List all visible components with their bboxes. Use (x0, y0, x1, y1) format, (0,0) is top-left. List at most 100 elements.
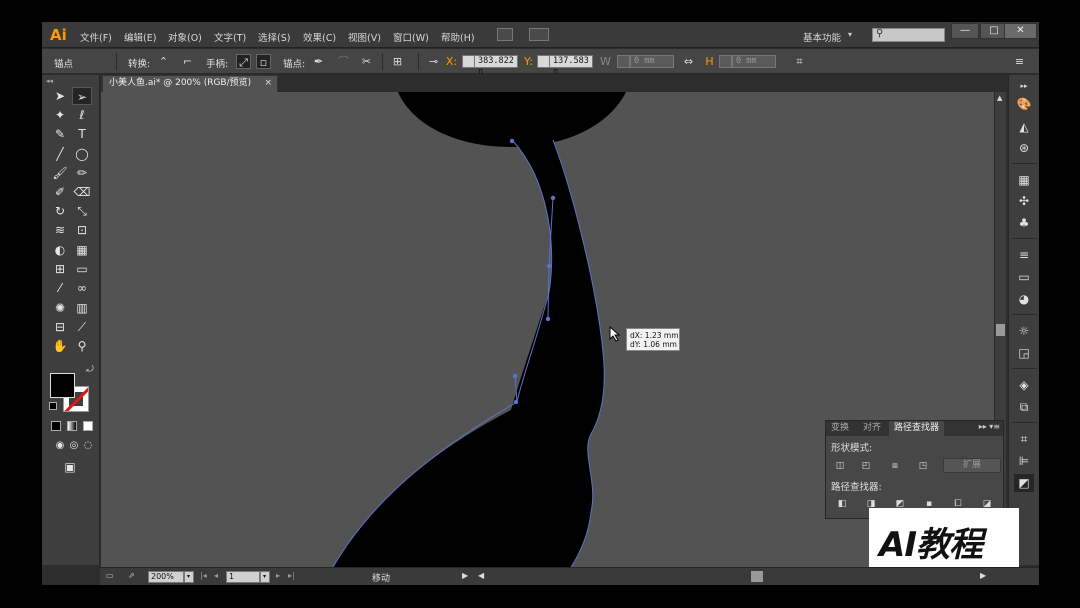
eraser-tool-icon[interactable]: ⌫ (72, 183, 92, 201)
panel-menu-icon[interactable]: ▸▸ ▾≡ (979, 422, 1000, 431)
share-icon[interactable]: ⇗ (128, 571, 135, 580)
chevron-down-icon[interactable]: ▾ (848, 30, 852, 39)
help-search-input[interactable]: ⚲ (872, 28, 945, 42)
convert-to-smooth-icon[interactable]: ⌐ (180, 54, 195, 69)
type-tool-icon[interactable]: T (72, 125, 92, 143)
menu-select[interactable]: 选择(S) (258, 30, 290, 44)
none-mode-icon[interactable] (83, 421, 93, 431)
free-transform-tool-icon[interactable]: ⊡ (72, 221, 92, 239)
menu-edit[interactable]: 编辑(E) (124, 30, 156, 44)
transform-panel-icon[interactable]: ⌗ (1014, 430, 1034, 448)
intersect-icon[interactable]: ⧈ (887, 459, 903, 473)
workspace-switcher[interactable]: 基本功能 (803, 30, 841, 44)
default-colors-icon[interactable] (49, 402, 57, 410)
reference-point-icon[interactable]: ⊞ (390, 54, 405, 69)
artboards-icon[interactable]: ⧉ (1014, 398, 1034, 416)
close-button[interactable]: ✕ (1004, 23, 1037, 39)
graphic-styles-icon[interactable]: ◲ (1014, 344, 1034, 362)
shape-builder-tool-icon[interactable]: ◐ (50, 241, 70, 259)
mesh-tool-icon[interactable]: ⊞ (50, 260, 70, 278)
kuler-icon[interactable]: ⊛ (1014, 139, 1034, 157)
scale-tool-icon[interactable]: ⤡ (72, 202, 92, 220)
blob-brush-tool-icon[interactable]: ✐ (50, 183, 70, 201)
color-guide-icon[interactable]: ◭ (1014, 118, 1034, 136)
layers-icon[interactable]: ◈ (1014, 376, 1034, 394)
color-panel-icon[interactable]: 🎨 (1014, 95, 1034, 113)
artboard-nav-icon[interactable]: ▭ (106, 571, 114, 580)
scroll-thumb[interactable] (996, 324, 1005, 336)
pencil-tool-icon[interactable]: ✏ (72, 164, 92, 182)
align-line-icon[interactable]: ⊸ (426, 54, 441, 69)
bridge-icon[interactable] (497, 28, 513, 41)
menu-file[interactable]: 文件(F) (80, 30, 112, 44)
screen-mode-icon[interactable]: ▣ (60, 458, 80, 476)
tab-transform[interactable]: 变换 (826, 421, 854, 436)
x-field[interactable]: 383.822 n (474, 55, 518, 77)
gradient-panel-icon[interactable]: ▭ (1014, 268, 1034, 286)
swap-colors-icon[interactable]: ⤾ (80, 364, 100, 376)
draw-inside-icon[interactable]: ◌ (78, 437, 98, 455)
stroke-panel-icon[interactable]: ≡ (1014, 246, 1034, 264)
show-handles-icon[interactable]: ⤢ (236, 54, 251, 69)
rotate-tool-icon[interactable]: ↻ (50, 202, 70, 220)
color-mode-icon[interactable] (51, 421, 61, 431)
paintbrush-tool-icon[interactable]: 🖌 (50, 164, 70, 182)
scroll-right-icon[interactable]: ▶ (980, 571, 986, 580)
unite-icon[interactable]: ◫ (832, 459, 848, 473)
gradient-tool-icon[interactable]: ▭ (72, 260, 92, 278)
gradient-mode-icon[interactable] (67, 421, 77, 431)
ellipse-tool-icon[interactable]: ◯ (72, 145, 92, 163)
lasso-tool-icon[interactable]: ℓ (72, 106, 92, 124)
column-graph-tool-icon[interactable]: ▥ (72, 299, 92, 317)
menu-effect[interactable]: 效果(C) (303, 30, 336, 44)
minus-front-icon[interactable]: ◰ (858, 459, 874, 473)
artboard-tool-icon[interactable]: ⊟ (50, 318, 70, 336)
expand-panels-icon[interactable]: ▸▸ (1014, 77, 1034, 95)
scroll-left-icon[interactable]: ◀ (478, 571, 484, 580)
tab-pathfinder[interactable]: 路径查找器 (889, 421, 945, 436)
zoom-tool-icon[interactable]: ⚲ (72, 337, 92, 355)
menu-help[interactable]: 帮助(H) (441, 30, 475, 44)
blend-tool-icon[interactable]: ∞ (72, 279, 92, 297)
arrange-documents-icon[interactable] (529, 28, 549, 41)
status-menu-icon[interactable]: ▶ (462, 571, 468, 580)
remove-anchor-icon[interactable]: ✒ (311, 54, 326, 69)
menu-object[interactable]: 对象(O) (168, 30, 202, 44)
transparency-icon[interactable]: ◕ (1014, 290, 1034, 308)
scroll-up-icon[interactable]: ▲ (997, 94, 1002, 102)
menu-window[interactable]: 窗口(W) (393, 30, 429, 44)
y-field[interactable]: 137.583 n (549, 55, 593, 77)
appearance-icon[interactable]: ☼ (1014, 322, 1034, 340)
minimize-button[interactable]: — (951, 23, 979, 39)
cut-path-icon[interactable]: ✂ (359, 54, 374, 69)
brushes-icon[interactable]: ✣ (1014, 192, 1034, 210)
artboard-number-field[interactable]: 1 (226, 571, 260, 583)
slice-tool-icon[interactable]: ⟋ (72, 318, 92, 336)
tab-align[interactable]: 对齐 (858, 421, 886, 436)
zoom-field[interactable]: 200% (148, 571, 184, 583)
artboard-dropdown-icon[interactable]: ▾ (260, 571, 270, 583)
zoom-dropdown-icon[interactable]: ▾ (184, 571, 194, 583)
transform-icon[interactable]: ⌗ (792, 54, 807, 69)
divide-icon[interactable]: ◧ (834, 497, 850, 511)
pathfinder-panel-icon[interactable]: ◩ (1014, 474, 1034, 492)
menu-type[interactable]: 文字(T) (214, 30, 246, 44)
menu-view[interactable]: 视图(V) (348, 30, 381, 44)
magic-wand-tool-icon[interactable]: ✦ (50, 106, 70, 124)
perspective-grid-tool-icon[interactable]: ▦ (72, 241, 92, 259)
convert-to-corner-icon[interactable]: ⌃ (156, 54, 171, 69)
panel-grip-icon[interactable]: ◂◂ (46, 77, 53, 85)
hide-handles-icon[interactable]: ▫ (256, 54, 271, 69)
document-tab[interactable]: 小美人鱼.ai* @ 200% (RGB/预览) × (102, 75, 278, 92)
exclude-icon[interactable]: ◳ (915, 459, 931, 473)
fill-color-swatch[interactable] (50, 373, 75, 398)
hand-tool-icon[interactable]: ✋ (50, 337, 70, 355)
align-panel-icon[interactable]: ⊫ (1014, 452, 1034, 470)
line-tool-icon[interactable]: ╱ (50, 145, 70, 163)
link-icon[interactable]: ⇔ (681, 54, 696, 69)
selection-tool-icon[interactable]: ➤ (50, 87, 70, 105)
symbol-sprayer-tool-icon[interactable]: ✺ (50, 299, 70, 317)
horizontal-scroll-thumb[interactable] (751, 571, 763, 582)
panel-menu-icon[interactable]: ≡ (1012, 54, 1027, 69)
eyedropper-tool-icon[interactable]: ⁄ (50, 279, 70, 297)
